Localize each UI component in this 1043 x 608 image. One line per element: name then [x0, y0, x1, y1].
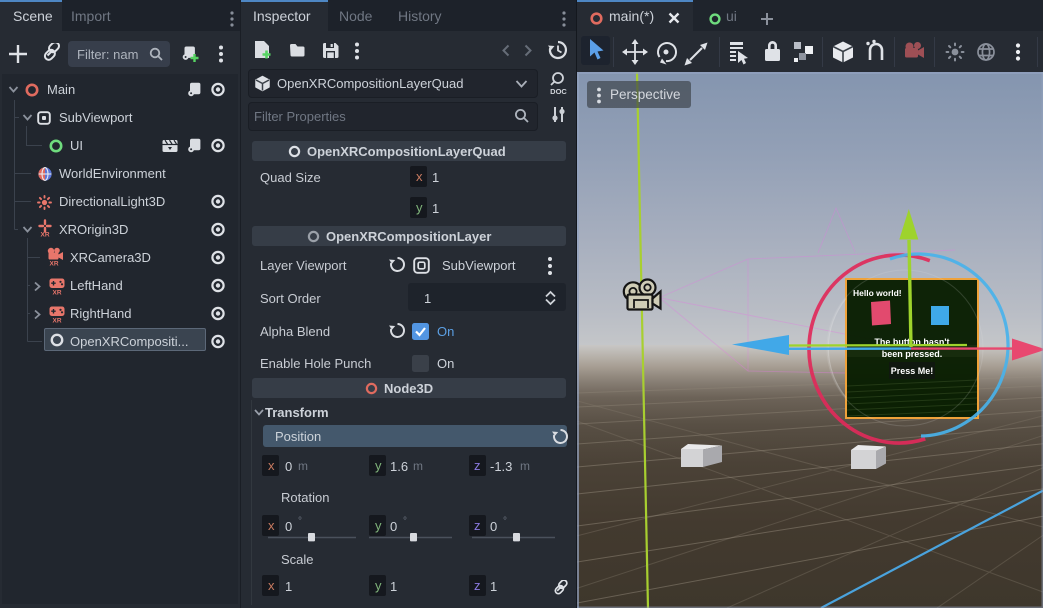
svg-text:been pressed.: been pressed. — [882, 349, 943, 359]
svg-text:DOC: DOC — [550, 87, 567, 96]
svg-text:XR: XR — [52, 290, 61, 296]
svg-text:XR: XR — [52, 318, 61, 324]
svg-text:XR: XR — [40, 232, 49, 238]
svg-text:XR: XR — [49, 261, 58, 267]
svg-text:Press Me!: Press Me! — [891, 366, 934, 376]
svg-text:Hello world!: Hello world! — [853, 288, 902, 298]
